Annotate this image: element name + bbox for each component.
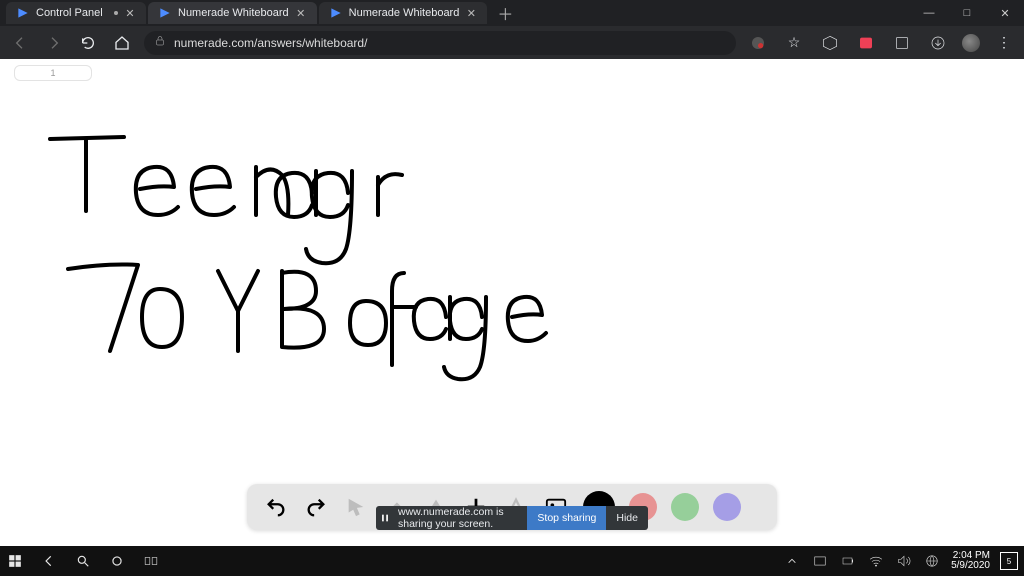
start-button[interactable] [6, 552, 24, 570]
undo-button[interactable] [263, 494, 289, 520]
back-button[interactable] [8, 31, 32, 55]
forward-button[interactable] [42, 31, 66, 55]
kebab-menu-icon[interactable]: ⋮ [992, 31, 1016, 55]
audio-indicator-icon [114, 11, 118, 15]
tab-strip: Control Panel ✕ Numerade Whiteboard ✕ Nu… [0, 0, 1024, 26]
close-icon[interactable]: ✕ [295, 7, 307, 19]
minimize-button[interactable]: ― [910, 0, 948, 26]
browser-toolbar: numerade.com/answers/whiteboard/ ☆ ⋮ [0, 26, 1024, 59]
tab-title: Numerade Whiteboard [349, 7, 460, 19]
tray-up-icon[interactable] [783, 552, 801, 570]
extension-square-icon[interactable] [890, 31, 914, 55]
pen-color-purple[interactable] [713, 493, 741, 521]
tab-control-panel[interactable]: Control Panel ✕ [6, 2, 146, 24]
pen-color-green[interactable] [671, 493, 699, 521]
numerade-favicon-icon [16, 6, 30, 20]
star-bookmark-icon[interactable]: ☆ [782, 31, 806, 55]
close-window-button[interactable]: ✕ [986, 0, 1024, 26]
tab-title: Numerade Whiteboard [178, 7, 289, 19]
whiteboard-canvas[interactable]: 1 [0, 59, 1024, 536]
tablet-mode-icon[interactable] [811, 552, 829, 570]
share-message: www.numerade.com is sharing your screen. [394, 506, 527, 530]
maximize-button[interactable]: □ [948, 0, 986, 26]
close-icon[interactable]: ✕ [124, 7, 136, 19]
language-icon[interactable] [923, 552, 941, 570]
system-clock[interactable]: 2:04 PM 5/9/2020 [951, 551, 990, 572]
stop-sharing-button[interactable]: Stop sharing [527, 506, 606, 530]
tab-whiteboard-2[interactable]: Numerade Whiteboard ✕ [319, 2, 488, 24]
volume-icon[interactable] [895, 552, 913, 570]
address-bar[interactable]: numerade.com/answers/whiteboard/ [144, 31, 736, 55]
redo-button[interactable] [303, 494, 329, 520]
extension-cube-icon[interactable] [818, 31, 842, 55]
notification-count: 5 [1007, 557, 1011, 566]
hide-banner-button[interactable]: Hide [606, 506, 648, 530]
pointer-tool[interactable] [343, 494, 369, 520]
pause-icon [376, 513, 394, 523]
tab-title: Control Panel [36, 7, 108, 19]
numerade-favicon-icon [158, 6, 172, 20]
close-icon[interactable]: ✕ [465, 7, 477, 19]
home-button[interactable] [110, 31, 134, 55]
window-controls: ― □ ✕ [910, 0, 1024, 26]
action-center-icon[interactable]: 5 [1000, 552, 1018, 570]
profile-avatar[interactable] [962, 34, 980, 52]
tab-whiteboard-active[interactable]: Numerade Whiteboard ✕ [148, 2, 317, 24]
numerade-favicon-icon [329, 6, 343, 20]
hide-label: Hide [616, 512, 638, 524]
task-view-icon[interactable] [142, 552, 160, 570]
slide-thumbnail[interactable]: 1 [14, 65, 92, 81]
lock-icon [154, 35, 166, 50]
stop-sharing-label: Stop sharing [537, 512, 596, 524]
cortana-icon[interactable] [108, 552, 126, 570]
download-icon[interactable] [926, 31, 950, 55]
clock-date: 5/9/2020 [951, 561, 990, 572]
screen-share-banner: www.numerade.com is sharing your screen.… [376, 506, 648, 530]
taskbar-back-icon[interactable] [40, 552, 58, 570]
windows-taskbar: 2:04 PM 5/9/2020 5 [0, 546, 1024, 576]
url-text: numerade.com/answers/whiteboard/ [174, 36, 367, 50]
battery-icon[interactable] [839, 552, 857, 570]
slide-number: 1 [50, 68, 55, 78]
search-icon[interactable] [74, 552, 92, 570]
pocket-extension-icon[interactable] [854, 31, 878, 55]
wifi-icon[interactable] [867, 552, 885, 570]
reload-button[interactable] [76, 31, 100, 55]
new-tab-button[interactable]: ＋ [497, 1, 513, 25]
extension-badge-icon[interactable] [746, 31, 770, 55]
